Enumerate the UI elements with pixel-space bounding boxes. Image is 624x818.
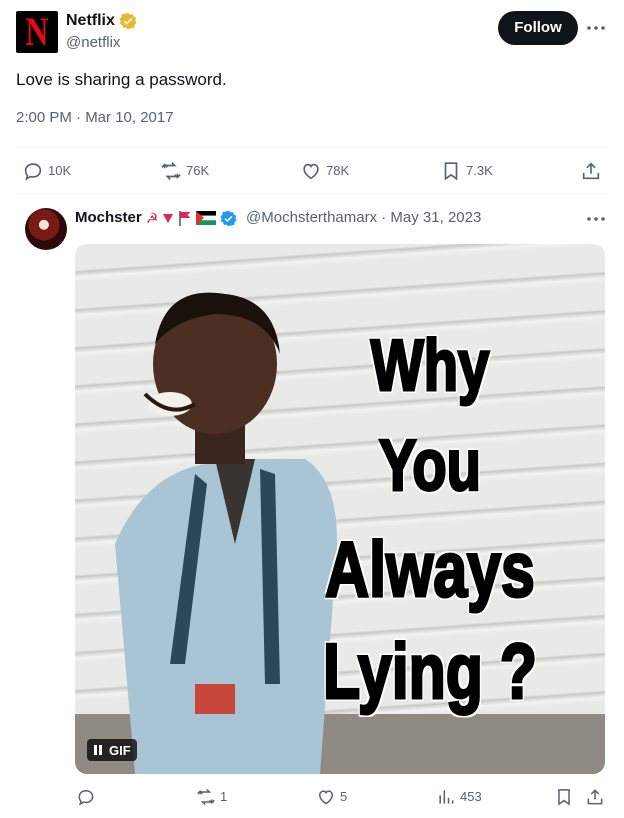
verified-blue-badge-icon (220, 210, 237, 226)
author-handle[interactable]: @netflix (66, 33, 120, 53)
bookmark-count: 7.3K (466, 163, 493, 178)
reply-author-name[interactable]: Mochster ☭ (75, 208, 237, 228)
reply-author-avatar[interactable] (25, 208, 67, 250)
reply-like-count: 5 (340, 789, 348, 804)
reply-like-button[interactable]: 5 (316, 787, 347, 807)
reply-reply-button[interactable] (76, 787, 100, 807)
hammer-sickle-emoji: ☭ (145, 210, 159, 226)
gif-badge[interactable]: GIF (87, 739, 137, 761)
reply-button[interactable]: 10K (22, 160, 71, 182)
tweet-text: Love is sharing a password. (16, 70, 227, 89)
bookmark-icon (444, 162, 458, 181)
tweet-timestamp[interactable]: 2:00 PM · Mar 10, 2017 (16, 108, 174, 128)
reply-count: 10K (48, 163, 72, 178)
reply-retweet-count: 1 (220, 789, 228, 804)
pause-icon (94, 745, 102, 755)
reply-retweet-button[interactable]: 1 (196, 787, 227, 807)
divider (16, 193, 608, 194)
like-count: 78K (326, 163, 350, 178)
reply-views-button[interactable]: 453 (436, 787, 482, 807)
reply-icon (78, 789, 94, 806)
verified-gold-badge-icon (119, 12, 137, 30)
gif-media[interactable]: Why You Always Lying ? GIF (75, 244, 605, 774)
retweet-count: 76K (186, 163, 210, 178)
retweet-icon (161, 162, 181, 180)
author-name[interactable]: Netflix (66, 11, 137, 31)
caption-line-1: Why (370, 326, 491, 406)
reply-handle-date[interactable]: @Mochsterthamarx · May 31, 2023 (246, 208, 481, 228)
caption-line-2: You (378, 426, 482, 506)
reply-bookmark-button[interactable] (554, 787, 574, 807)
share-icon (582, 162, 600, 180)
divider (16, 147, 608, 148)
red-flag-icon (179, 211, 191, 226)
gif-label: GIF (109, 742, 131, 758)
reply-view-count: 453 (460, 789, 482, 804)
bookmark-icon (558, 789, 570, 806)
reply-more-options-icon[interactable] (585, 210, 607, 228)
reply-author-name-text: Mochster (75, 209, 142, 226)
netflix-avatar[interactable]: N (16, 11, 58, 53)
follow-button[interactable]: Follow (498, 11, 578, 45)
caption-line-4: Lying ? (322, 627, 538, 715)
caption-line-3: Always (324, 525, 536, 613)
share-button[interactable] (580, 160, 602, 182)
reply-icon (24, 163, 42, 181)
palestine-flag-icon (196, 211, 217, 225)
reply-share-button[interactable] (585, 787, 605, 807)
heart-icon (318, 790, 334, 805)
like-button[interactable]: 78K (300, 160, 349, 182)
more-options-icon[interactable] (585, 18, 607, 38)
author-name-text: Netflix (66, 12, 115, 29)
views-chart-icon (439, 790, 454, 804)
bookmark-button[interactable]: 7.3K (440, 160, 493, 182)
retweet-icon (197, 788, 215, 806)
retweet-button[interactable]: 76K (160, 160, 209, 182)
red-triangle-icon (163, 214, 174, 223)
share-icon (587, 789, 603, 805)
heart-icon (303, 163, 319, 180)
